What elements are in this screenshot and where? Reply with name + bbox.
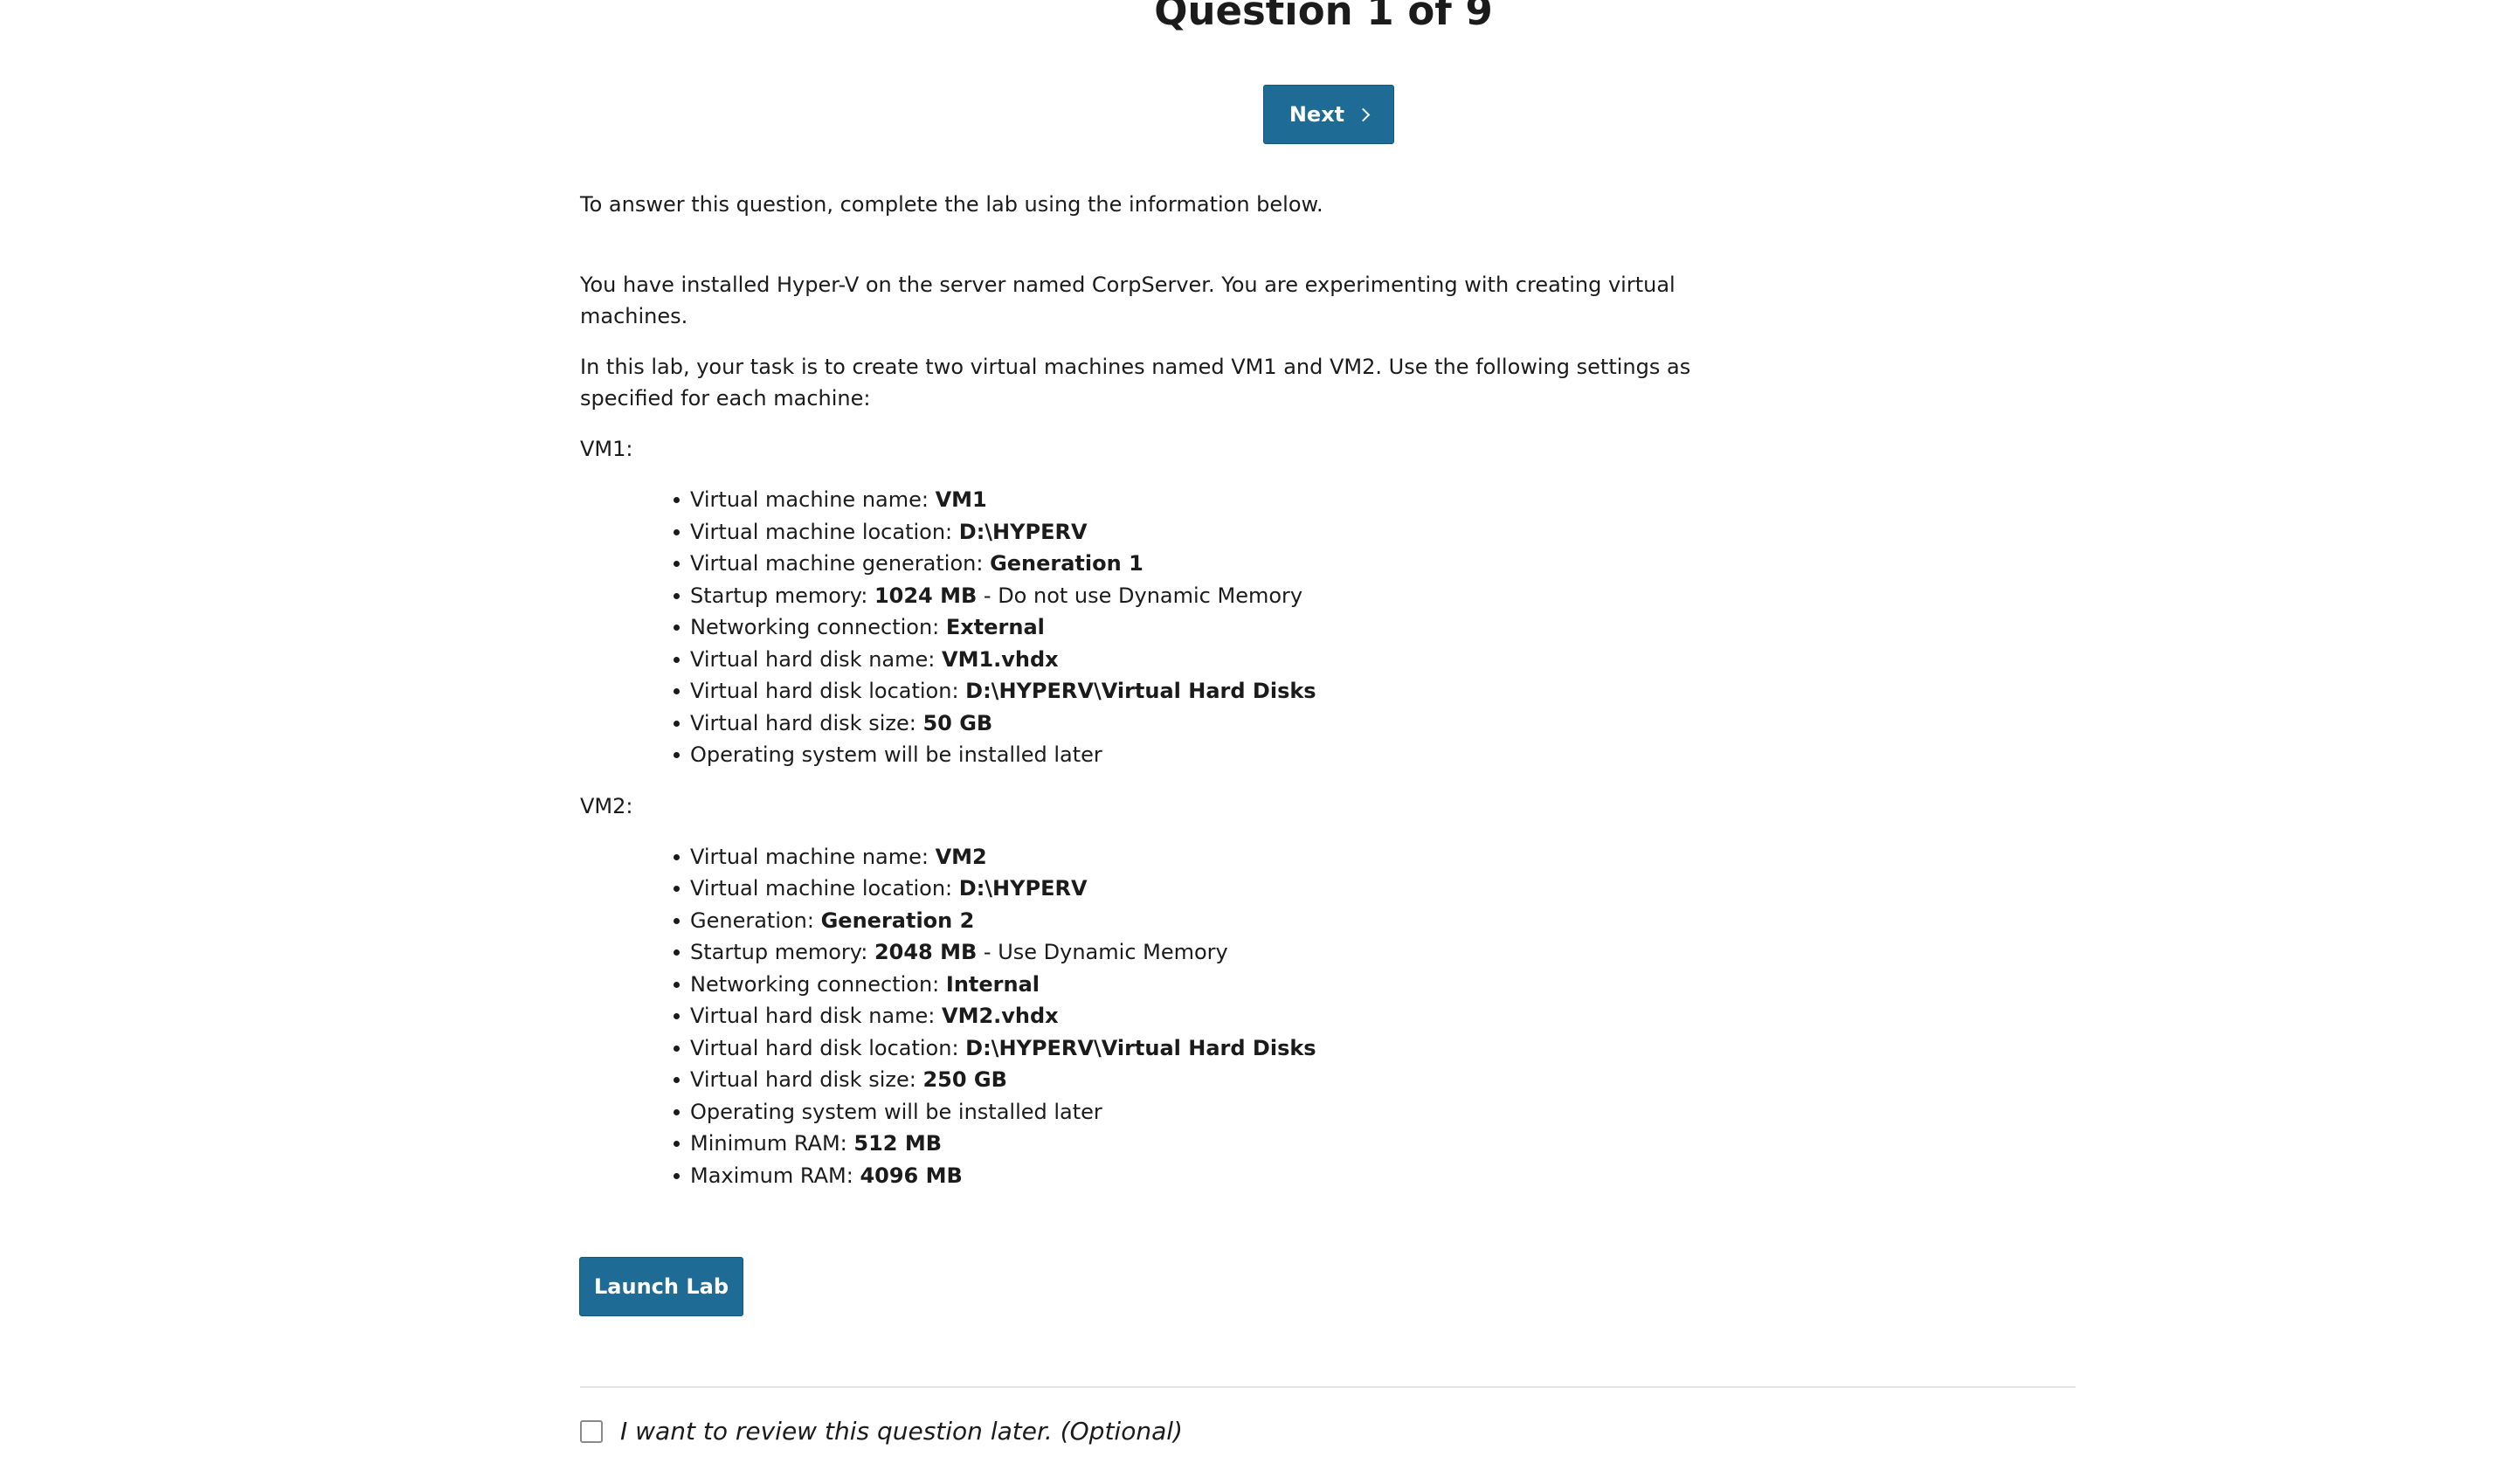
list-item: Virtual hard disk size: 50 GB xyxy=(674,707,1742,740)
launch-lab-button[interactable]: Launch Lab xyxy=(579,1257,743,1316)
list-item: Virtual machine location: D:\HYPERV xyxy=(674,873,1742,905)
list-item: Generation: Generation 2 xyxy=(674,905,1742,937)
list-item: Networking connection: External xyxy=(674,611,1742,644)
list-item: Virtual hard disk location: D:\HYPERV\Vi… xyxy=(674,675,1742,707)
vm1-heading: VM1: xyxy=(580,437,633,461)
review-later-row[interactable]: I want to review this question later. (O… xyxy=(580,1417,1183,1446)
list-item: Operating system will be installed later xyxy=(674,739,1742,771)
list-item: Operating system will be installed later xyxy=(674,1096,1742,1129)
vm2-settings-list: Virtual machine name: VM2 Virtual machin… xyxy=(580,841,1742,1192)
list-item: Virtual hard disk name: VM2.vhdx xyxy=(674,1000,1742,1032)
review-later-label[interactable]: I want to review this question later. (O… xyxy=(620,1417,1183,1446)
list-item: Virtual hard disk name: VM1.vhdx xyxy=(674,644,1742,676)
vm1-settings-list: Virtual machine name: VM1 Virtual machin… xyxy=(580,484,1742,771)
intro-text: To answer this question, complete the la… xyxy=(580,192,1323,217)
list-item: Virtual machine name: VM1 xyxy=(674,484,1742,516)
list-item: Startup memory: 1024 MB - Do not use Dyn… xyxy=(674,580,1742,612)
list-item: Minimum RAM: 512 MB xyxy=(674,1128,1742,1160)
list-item: Startup memory: 2048 MB - Use Dynamic Me… xyxy=(674,936,1742,969)
list-item: Virtual machine location: D:\HYPERV xyxy=(674,516,1742,549)
divider xyxy=(580,1386,2076,1388)
list-item: Networking connection: Internal xyxy=(674,969,1742,1001)
next-button-label: Next xyxy=(1289,102,1345,127)
list-item: Virtual hard disk size: 250 GB xyxy=(674,1064,1742,1096)
page-title: Question 1 of 9 xyxy=(1154,0,1493,34)
scenario-text: You have installed Hyper-V on the server… xyxy=(580,273,1675,328)
review-later-checkbox[interactable] xyxy=(580,1419,603,1443)
list-item: Virtual machine generation: Generation 1 xyxy=(674,548,1742,580)
list-item: Maximum RAM: 4096 MB xyxy=(674,1160,1742,1192)
list-item: Virtual hard disk location: D:\HYPERV\Vi… xyxy=(674,1032,1742,1065)
vm2-heading: VM2: xyxy=(580,793,633,818)
chevron-right-icon xyxy=(1356,107,1371,122)
question-content: To answer this question, complete the la… xyxy=(580,189,1742,1211)
task-text: In this lab, your task is to create two … xyxy=(580,355,1691,411)
list-item: Virtual machine name: VM2 xyxy=(674,841,1742,873)
next-button[interactable]: Next xyxy=(1263,85,1394,144)
